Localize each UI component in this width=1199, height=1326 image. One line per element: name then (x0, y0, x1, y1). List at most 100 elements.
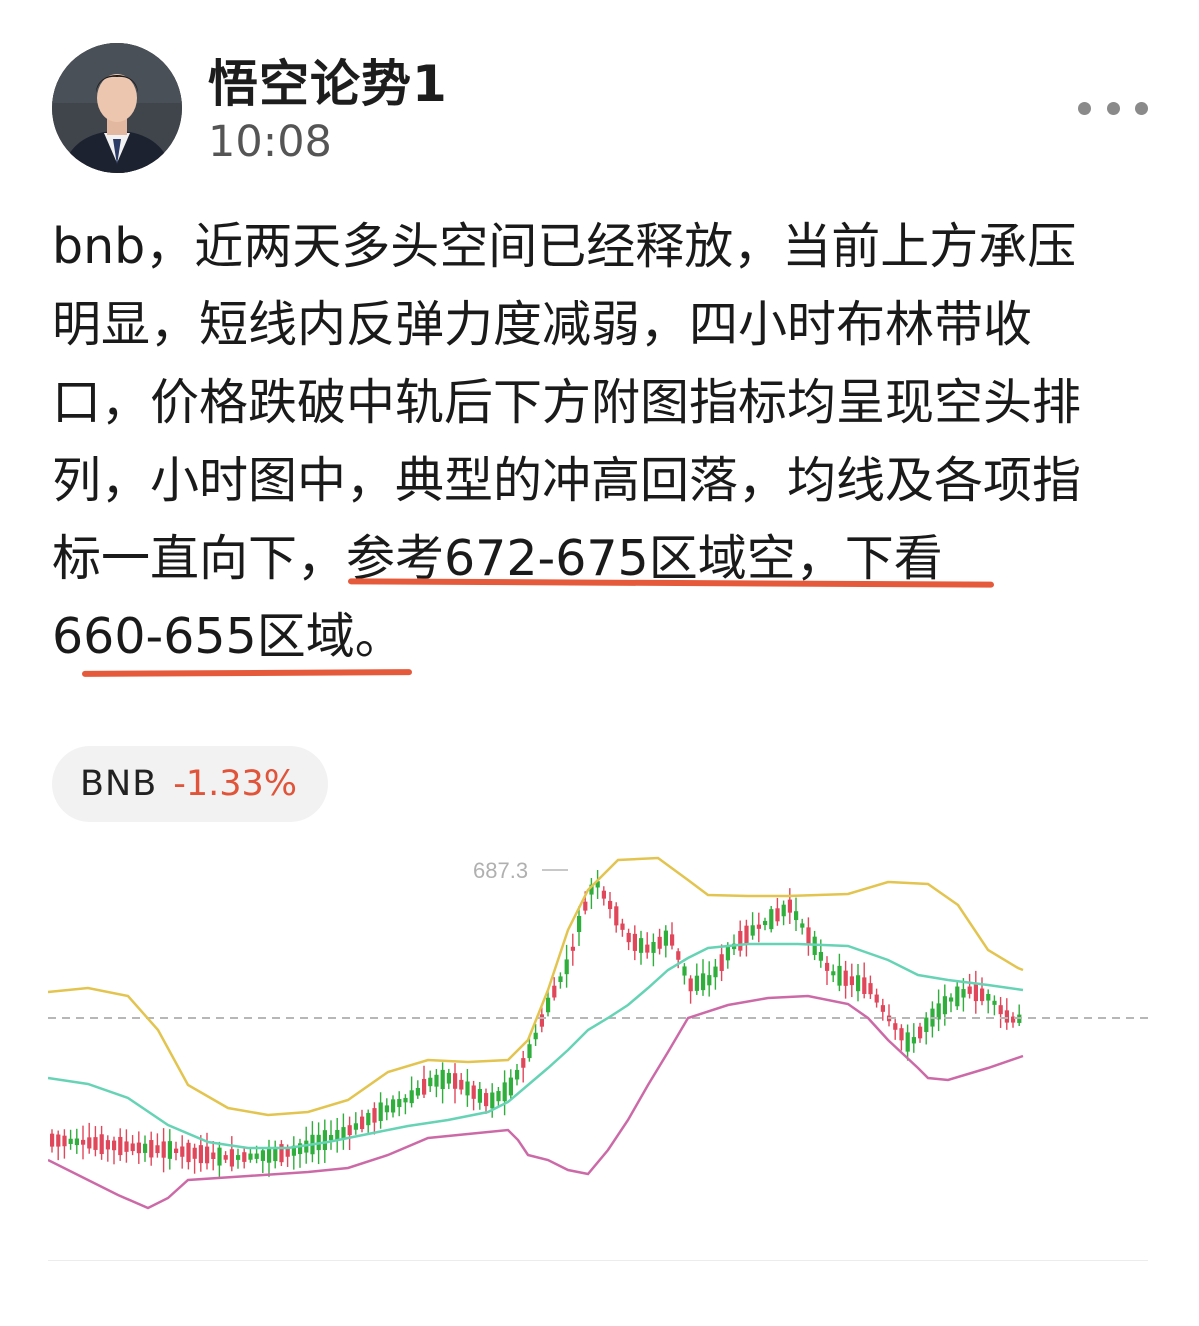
candle-body (229, 1149, 234, 1167)
candle-body (397, 1099, 402, 1108)
candle-body (1004, 1010, 1009, 1023)
candle-body (911, 1037, 916, 1044)
candle-body (236, 1155, 241, 1160)
candle-body (738, 930, 743, 951)
candle-body (205, 1146, 210, 1164)
candle-body (105, 1140, 110, 1150)
candle-body (670, 934, 675, 946)
candle-body (614, 906, 619, 926)
candle-body (570, 946, 575, 951)
ticker-symbol: BNB (80, 764, 158, 804)
candle-body (99, 1134, 104, 1155)
post-text-line: 口，价格跌破中轨后下方附图指标均呈现空头排 (52, 374, 1082, 431)
candle-body (329, 1134, 334, 1141)
candle-body (248, 1153, 253, 1160)
candle-body (682, 966, 687, 976)
candle-body (322, 1130, 327, 1150)
candle-body (422, 1078, 427, 1095)
candle-body (831, 971, 836, 976)
candle-body (849, 976, 854, 986)
more-horizontal-icon (1078, 101, 1091, 115)
candle-body (564, 959, 569, 975)
candle-body (372, 1108, 377, 1123)
candle-body (167, 1141, 172, 1159)
candle-body (347, 1125, 352, 1136)
candle-body (719, 954, 724, 971)
candle-body (756, 924, 761, 929)
candle-body (130, 1143, 135, 1152)
candle-body (508, 1077, 513, 1096)
candle-body (409, 1090, 414, 1104)
candle-body (626, 932, 631, 943)
candle-body (781, 904, 786, 917)
candle-body (688, 978, 693, 992)
candlesticks (50, 870, 1022, 1179)
candle-body (174, 1148, 179, 1153)
candle-body (899, 1028, 904, 1041)
candle-body (657, 936, 662, 949)
candle-body (254, 1153, 259, 1159)
candle-body (924, 1017, 929, 1032)
avatar-image (52, 43, 182, 173)
candle-body (620, 923, 625, 930)
more-options-button[interactable] (1078, 88, 1148, 128)
candle-body (558, 976, 563, 982)
candle-body (676, 951, 681, 960)
max-price-label: 687.3 (473, 858, 528, 883)
post-body: bnb，近两天多头空间已经释放，当前上方承压 明显，短线内反弹力度减弱，四小时布… (52, 208, 1162, 676)
candle-body (56, 1134, 61, 1147)
candle-body (124, 1141, 129, 1152)
candle-body (539, 1014, 544, 1027)
candle-body (446, 1072, 451, 1084)
ticker-change: -1.33% (173, 764, 298, 804)
candle-body (862, 977, 867, 994)
candle-body (893, 1023, 898, 1030)
candle-body (81, 1139, 86, 1145)
candle-body (750, 925, 755, 936)
candle-body (527, 1044, 532, 1059)
candle-body (136, 1142, 141, 1154)
price-chart[interactable]: 687.3 (48, 850, 1150, 1220)
candle-body (260, 1150, 265, 1161)
post-text-line: 标一直向下，参考672-675区域空，下看 (52, 530, 943, 587)
candle-body (992, 1000, 997, 1005)
candle-body (645, 944, 650, 953)
candle-body (471, 1085, 476, 1099)
candle-body (713, 966, 718, 978)
candle-body (93, 1137, 98, 1150)
candle-body (955, 986, 960, 1007)
candle-body (707, 975, 712, 986)
candle-body (118, 1136, 123, 1156)
candle-body (267, 1146, 272, 1163)
candle-body (403, 1097, 408, 1103)
candle-body (967, 986, 972, 994)
candle-body (651, 941, 656, 953)
candle-body (112, 1140, 117, 1151)
candle-body (874, 994, 879, 1003)
candle-body (366, 1112, 371, 1126)
more-horizontal-icon (1135, 101, 1148, 115)
ticker-chip[interactable]: BNB -1.33% (52, 746, 328, 822)
post-text-line: 660-655区域。 (52, 608, 404, 665)
candle-body (818, 951, 823, 961)
candle-body (453, 1073, 458, 1089)
candle-body (428, 1077, 433, 1087)
candle-body (180, 1146, 185, 1157)
bollinger-middle-band (48, 942, 1024, 1150)
post-text-line: bnb，近两天多头空间已经释放，当前上方承压 (52, 218, 1077, 275)
candle-body (986, 993, 991, 1001)
candle-body (806, 927, 811, 944)
candle-body (763, 920, 768, 926)
candle-body (186, 1142, 191, 1163)
candle-body (800, 923, 805, 928)
candle-body (775, 908, 780, 922)
candle-body (856, 975, 861, 992)
candle-body (868, 983, 873, 995)
candle-body (787, 899, 792, 913)
candle-body (353, 1123, 358, 1130)
author-name[interactable]: 悟空论势1 (208, 44, 448, 116)
candle-body (744, 925, 749, 945)
avatar[interactable] (52, 43, 182, 173)
candle-body (601, 890, 606, 899)
candle-body (496, 1091, 501, 1102)
